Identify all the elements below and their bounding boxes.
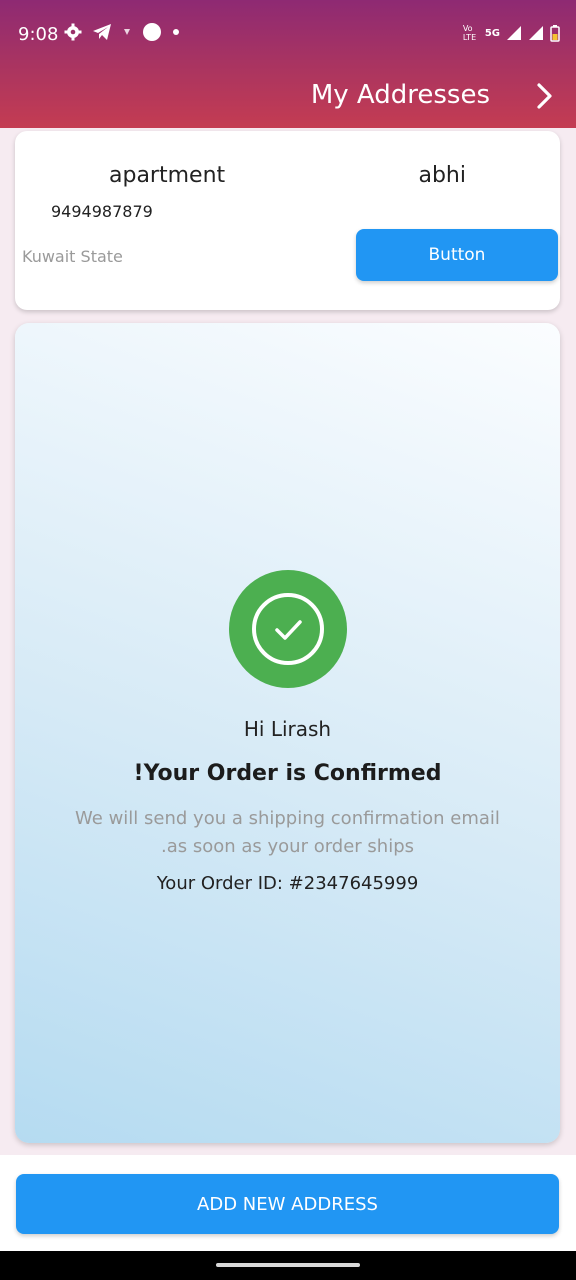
order-id: Your Order ID: #2347645999 [156,873,419,894]
confirmation-title: !Your Order is Confirmed [133,761,442,786]
carrier-label: Vo LTE [462,24,477,42]
add-new-address-button[interactable]: ADD NEW ADDRESS [16,1174,559,1234]
order-confirmation-card: Hi Lirash !Your Order is Confirmed We wi… [15,323,560,1143]
status-system-icons: Vo LTE 5G [463,24,560,42]
confirmation-message-line2: .as soon as your order ships [160,836,415,857]
network-label: 5G [484,27,500,39]
address-action-button[interactable]: Button [356,229,558,281]
wifi-signal-icon [529,26,543,40]
dot-icon [143,23,161,41]
confirmation-message-line1: We will send you a shipping confirmation… [75,808,500,829]
dot-small-icon [173,29,179,35]
status-time: 9:08 [18,24,59,45]
system-navigation-bar [0,1251,576,1280]
home-gesture-handle[interactable] [216,1263,360,1267]
cell-signal-icon [507,26,521,40]
page-title: My Addresses [310,80,490,110]
header: 9:08 Vo LTE 5G My Addresses [0,0,576,128]
address-type: apartment [109,163,226,188]
address-name: abhi [418,163,466,188]
bottom-action-bar: ADD NEW ADDRESS [0,1155,576,1251]
confirmation-message: We will send you a shipping confirmation… [55,805,520,861]
status-bar: 9:08 Vo LTE 5G [0,0,576,68]
address-state: Kuwait State [22,247,123,266]
check-circle-icon [229,570,347,688]
battery-icon [550,25,560,42]
chevron-right-icon[interactable] [530,80,560,112]
status-notification-icons [64,22,180,42]
address-phone: 9494987879 [51,202,153,221]
address-card[interactable]: apartment abhi 9494987879 Kuwait State B… [15,131,560,310]
greeting-text: Hi Lirash [243,717,332,741]
telegram-icon [93,24,111,40]
signal-small-icon [124,29,130,35]
gear-icon [64,23,82,41]
